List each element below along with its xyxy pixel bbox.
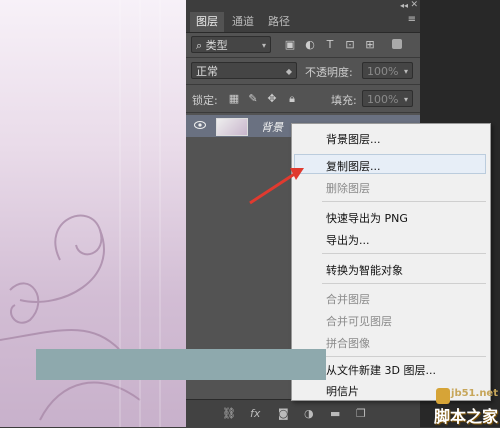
chevron-down-icon: ▾: [403, 67, 408, 76]
opacity-label: 不透明度:: [305, 66, 353, 79]
lock-pixels-icon[interactable]: ✎: [247, 93, 259, 105]
layer-thumbnail: [216, 118, 248, 136]
panel-tabs: 图层 通道 路径 ≡: [186, 12, 420, 33]
menu-item-export-as[interactable]: 导出为...: [326, 232, 370, 248]
close-icon[interactable]: ✕: [410, 0, 418, 10]
lock-transparent-icon[interactable]: ▦: [228, 93, 240, 105]
menu-highlight: [294, 154, 486, 174]
adjustment-filter-icon[interactable]: ◐: [304, 39, 316, 51]
filter-toggle-icon[interactable]: [392, 39, 402, 49]
adjustment-layer-icon[interactable]: ◑: [304, 407, 314, 420]
menu-divider: [322, 283, 486, 284]
eye-icon[interactable]: [194, 121, 206, 129]
blend-mode-select[interactable]: 正常 ◆: [191, 62, 297, 79]
fill-label: 填充:: [331, 94, 357, 107]
menu-divider: [322, 253, 486, 254]
watermark-name: 脚本之家: [433, 407, 498, 426]
panel-bottom-bar: ⛓︎ fx ◙ ◑ ▬ ❐: [186, 399, 420, 428]
watermark-site: jb51.net: [451, 388, 498, 399]
menu-item-background-layer[interactable]: 背景图层...: [326, 131, 381, 147]
blend-mode-label: 正常: [196, 65, 218, 78]
lock-all-icon[interactable]: 🔒︎: [286, 93, 298, 105]
new-layer-icon[interactable]: ❐: [356, 407, 366, 420]
link-layers-icon[interactable]: ⛓︎: [222, 407, 236, 420]
collapse-icon[interactable]: ◂◂: [400, 1, 408, 10]
filter-row: ⌕ 类型 ▾ ▣ ◐ T ⊡ ⊞: [186, 36, 420, 54]
menu-item-merge-layers: 合并图层: [326, 293, 370, 306]
opacity-value: 100%: [367, 65, 399, 78]
tab-paths[interactable]: 路径: [262, 12, 296, 32]
filter-type-select[interactable]: ⌕ 类型 ▾: [191, 36, 271, 53]
fill-value: 100%: [367, 93, 399, 106]
redaction-box: [36, 349, 326, 380]
menu-item-duplicate-layer[interactable]: 复制图层...: [326, 158, 381, 174]
watermark-logo: [436, 388, 450, 404]
lock-row: 锁定: ▦ ✎ ✥ 🔒︎ 填充: 100% ▾: [186, 90, 420, 108]
divider: [186, 112, 420, 113]
filter-type-label: 类型: [205, 39, 228, 52]
menu-item-new-3d-layer[interactable]: 从文件新建 3D 图层...: [326, 362, 436, 378]
fx-icon[interactable]: fx: [250, 407, 260, 420]
tab-layers[interactable]: 图层: [190, 12, 224, 32]
panel-menu-icon[interactable]: ≡: [408, 14, 416, 25]
tab-channels[interactable]: 通道: [226, 12, 260, 32]
shape-filter-icon[interactable]: ⊡: [344, 39, 356, 51]
menu-item-merge-visible: 合并可见图层: [326, 315, 392, 328]
lock-label: 锁定:: [192, 94, 218, 107]
add-mask-icon[interactable]: ◙: [278, 407, 289, 420]
new-group-icon[interactable]: ▬: [330, 407, 340, 420]
chevron-down-icon: ◆: [285, 67, 292, 76]
divider: [186, 84, 420, 85]
search-icon: ⌕: [196, 39, 203, 52]
panel-title-bar: ◂◂ ✕: [186, 0, 420, 12]
pixel-filter-icon[interactable]: ▣: [284, 39, 296, 51]
menu-item-flatten-image: 拼合图像: [326, 337, 370, 350]
menu-item-convert-smart-object[interactable]: 转换为智能对象: [326, 262, 403, 278]
lock-position-icon[interactable]: ✥: [266, 93, 278, 105]
menu-item-postcard[interactable]: 明信片: [326, 383, 359, 399]
chevron-down-icon: ▾: [261, 41, 266, 50]
opacity-input[interactable]: 100% ▾: [362, 62, 413, 79]
menu-item-quick-export-png[interactable]: 快速导出为 PNG: [326, 210, 408, 226]
menu-divider: [322, 356, 486, 357]
blend-row: 正常 ◆ 不透明度: 100% ▾: [186, 62, 420, 80]
smart-object-filter-icon[interactable]: ⊞: [364, 39, 376, 51]
divider: [186, 57, 420, 58]
fill-input[interactable]: 100% ▾: [362, 90, 413, 107]
layer-name[interactable]: 背景: [261, 119, 283, 135]
chevron-down-icon: ▾: [403, 95, 408, 104]
type-filter-icon[interactable]: T: [324, 39, 336, 51]
menu-divider: [322, 201, 486, 202]
menu-item-delete-layer: 删除图层: [326, 182, 370, 195]
